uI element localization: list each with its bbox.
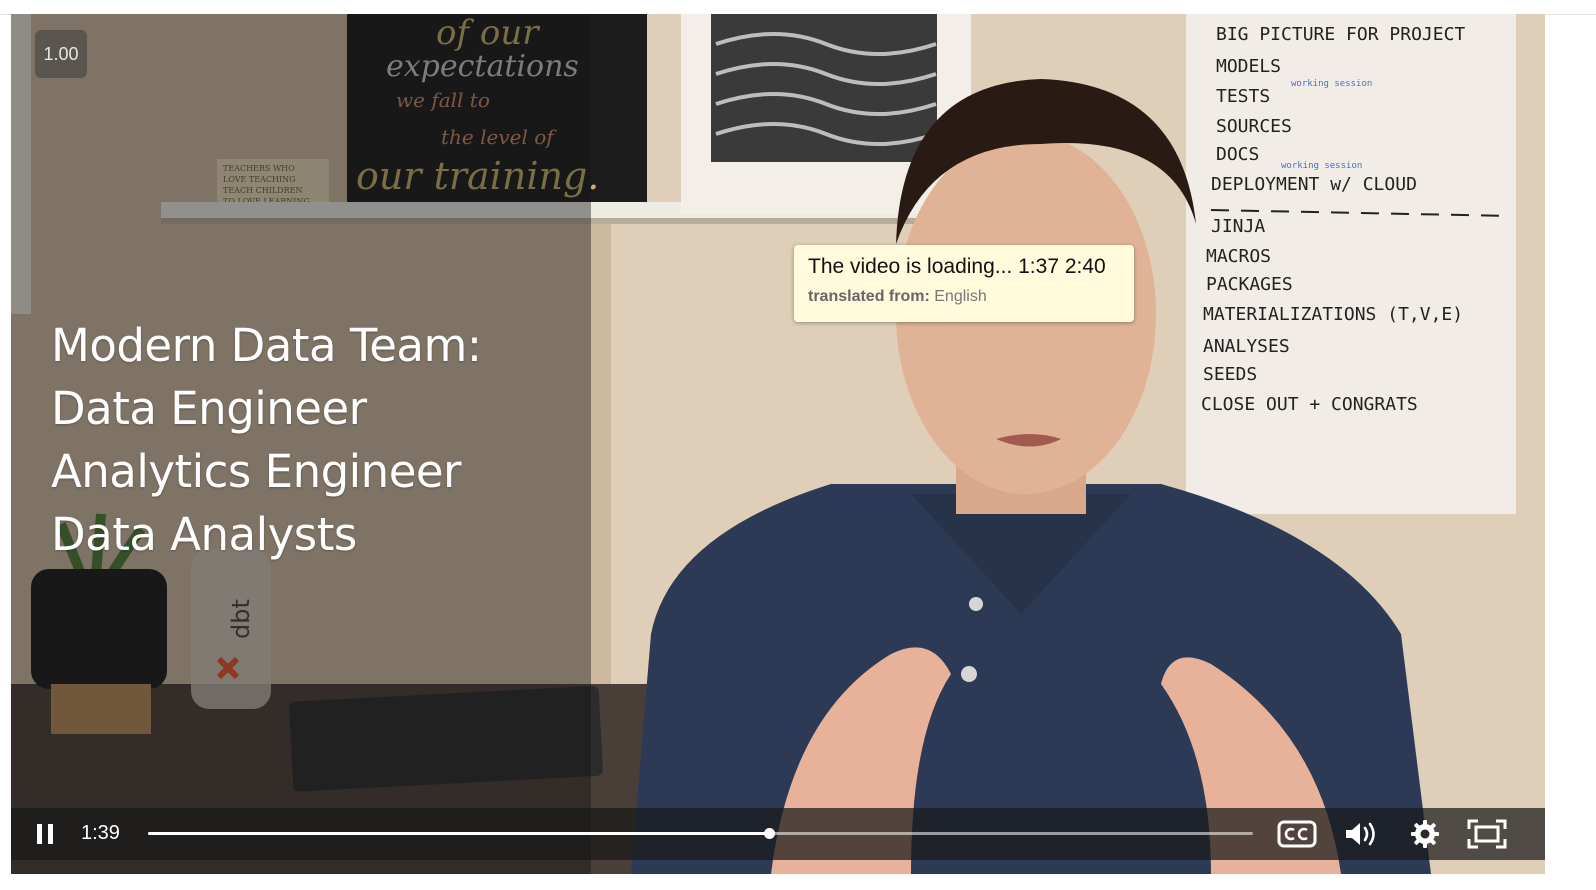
whiteboard-line: DEPLOYMENT w/ CLOUD [1211, 174, 1417, 195]
slide-line: Modern Data Team: [51, 319, 482, 372]
settings-gear-icon [1411, 820, 1439, 848]
whiteboard-note: working session [1281, 161, 1362, 171]
fullscreen-button[interactable] [1465, 816, 1509, 852]
whiteboard-line: MATERIALIZATIONS (T,V,E) [1203, 304, 1463, 325]
whiteboard-line: SEEDS [1203, 364, 1257, 385]
fullscreen-icon [1467, 819, 1507, 849]
slide-line: Analytics Engineer [51, 445, 462, 498]
player-control-bar: 1:39 [11, 808, 1545, 860]
slide-title-overlay: Modern Data Team: Data Engineer Analytic… [51, 314, 482, 566]
whiteboard-line: ANALYSES [1203, 336, 1290, 357]
tooltip-meta-label: translated from: [808, 288, 930, 305]
tooltip-text: The video is loading... 1:37 2:40 [808, 255, 1106, 278]
playback-speed-badge[interactable]: 1.00 [35, 30, 87, 78]
pause-icon [37, 824, 42, 844]
video-player[interactable]: of our expectations we fall to the level… [11, 14, 1545, 874]
tooltip-meta: translated from: English [808, 288, 1120, 306]
whiteboard: BIG PICTURE FOR PROJECT MODELS TESTS SOU… [1186, 14, 1516, 514]
whiteboard-line: SOURCES [1216, 116, 1292, 137]
whiteboard-line: DOCS [1216, 144, 1259, 165]
whiteboard-line: BIG PICTURE FOR PROJECT [1216, 24, 1465, 45]
tooltip-meta-value: English [934, 288, 987, 305]
volume-button[interactable] [1339, 816, 1383, 852]
closed-captions-icon [1277, 820, 1317, 848]
whiteboard-line: MACROS [1206, 246, 1271, 267]
whiteboard-line: PACKAGES [1206, 274, 1293, 295]
whiteboard-line: TESTS [1216, 86, 1270, 107]
translation-tooltip: The video is loading... 1:37 2:40 transl… [794, 245, 1134, 322]
whiteboard-line: JINJA [1211, 216, 1265, 237]
settings-button[interactable] [1403, 816, 1447, 852]
seek-bar-played [148, 832, 769, 835]
pause-button[interactable] [27, 816, 63, 852]
slide-line: Data Analysts [51, 508, 357, 561]
whiteboard-line: CLOSE OUT + CONGRATS [1201, 394, 1418, 415]
current-time: 1:39 [81, 822, 120, 844]
pause-icon-bar [48, 824, 53, 844]
seek-bar[interactable] [148, 828, 1253, 839]
whiteboard-line: MODELS [1216, 56, 1281, 77]
slide-line: Data Engineer [51, 382, 367, 435]
volume-icon [1346, 822, 1375, 846]
whiteboard-note: working session [1291, 79, 1372, 89]
seek-bar-handle[interactable] [764, 828, 775, 839]
closed-captions-button[interactable] [1275, 816, 1319, 852]
